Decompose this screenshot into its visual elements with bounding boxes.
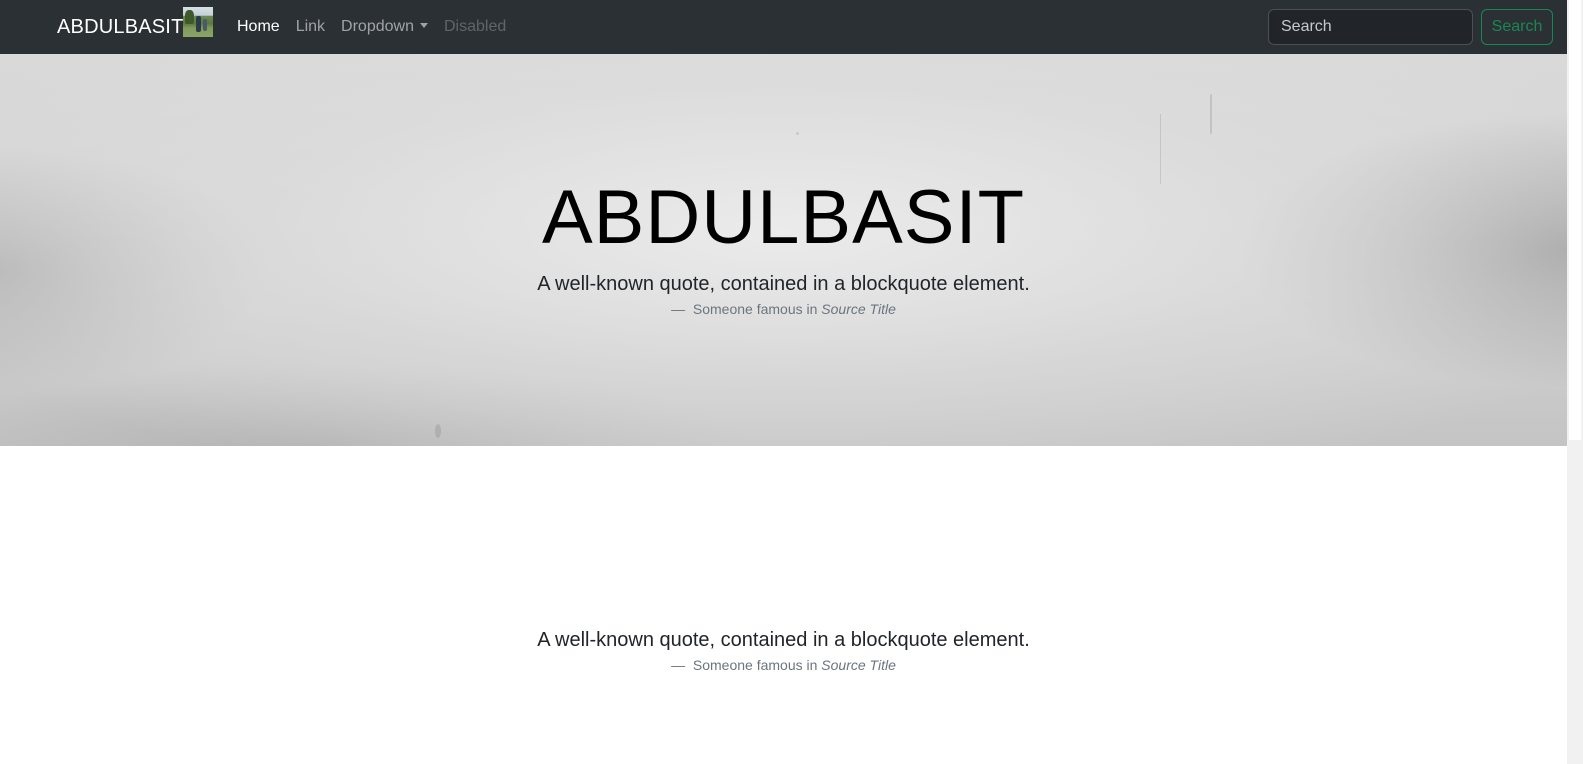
navbar-brand[interactable]: ABDULBASIT <box>57 15 183 39</box>
hero-blockquote: A well-known quote, contained in a block… <box>537 273 1030 295</box>
caret-down-icon <box>419 23 428 28</box>
nav-dropdown[interactable]: Dropdown <box>341 17 428 37</box>
hero-blockquote-footer: — Someone famous in Source Title <box>671 301 896 317</box>
nav-dropdown-label: Dropdown <box>341 18 414 35</box>
search-button[interactable]: Search <box>1481 9 1553 45</box>
nav-links: Home Link Dropdown Disabled <box>237 17 522 37</box>
photo-tree-shape <box>185 10 194 24</box>
hero-cite-prefix: Someone famous in <box>692 301 822 317</box>
scrollbar-thumb[interactable] <box>1569 0 1581 440</box>
hero-cite-source: Source Title <box>821 301 896 317</box>
section-blockquote-footer: — Someone famous in Source Title <box>671 657 896 673</box>
texture-speck <box>796 132 799 135</box>
texture-speck <box>435 424 441 438</box>
nav-link-link[interactable]: Link <box>296 17 325 37</box>
section-blockquote: A well-known quote, contained in a block… <box>537 629 1030 651</box>
section-cite-prefix: Someone famous in <box>692 657 822 673</box>
navbar: ABDULBASIT Home Link Dropdown Disabled S… <box>0 0 1567 54</box>
nav-link-disabled: Disabled <box>443 18 507 35</box>
photo-person-shape <box>196 16 201 32</box>
search-input[interactable] <box>1268 9 1473 45</box>
section-cite-source: Source Title <box>821 657 896 673</box>
hero-title: ABDULBASIT <box>541 175 1026 260</box>
hero-banner: ABDULBASIT A well-known quote, contained… <box>0 54 1567 446</box>
nav-link-home[interactable]: Home <box>237 17 280 37</box>
photo-person-shape-2 <box>203 19 207 31</box>
texture-scratch <box>1210 94 1212 134</box>
brand-photo-icon[interactable] <box>183 7 213 37</box>
